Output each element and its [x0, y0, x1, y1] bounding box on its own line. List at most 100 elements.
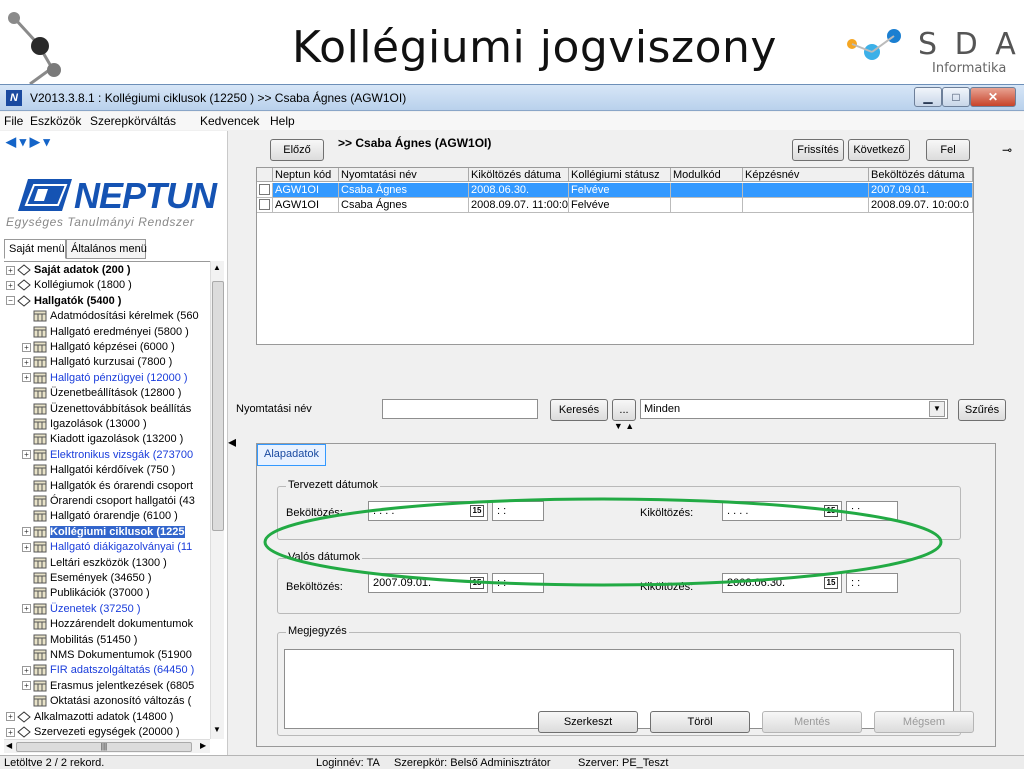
- grid-column-header[interactable]: Képzésnév: [743, 168, 869, 182]
- row-checkbox[interactable]: [259, 199, 270, 210]
- grid-cell[interactable]: [743, 183, 869, 198]
- up-button[interactable]: Fel: [926, 139, 970, 161]
- grid-cell[interactable]: AGW1OI: [273, 198, 339, 213]
- tree-item[interactable]: + Hallgató pénzügyei (12000 ): [22, 372, 188, 385]
- expand-icon[interactable]: +: [22, 373, 31, 383]
- tree-item[interactable]: Oktatási azonosító változás (: [22, 695, 191, 708]
- expand-icon[interactable]: +: [6, 727, 15, 737]
- tree-item[interactable]: Hozzárendelt dokumentumok: [22, 618, 193, 631]
- grid-cell[interactable]: 2008.09.07. 10:00:0: [869, 198, 973, 213]
- grid-cell[interactable]: 2008.06.30.: [469, 183, 569, 198]
- tree-item[interactable]: Események (34650 ): [22, 572, 152, 585]
- tree-item[interactable]: Hallgató órarendje (6100 ): [22, 510, 178, 523]
- tree-item[interactable]: + Kollégiumi ciklusok (1225: [22, 525, 185, 539]
- grid-column-header[interactable]: Kiköltözés dátuma: [469, 168, 569, 182]
- tree-item[interactable]: − Hallgatók (5400 ): [6, 295, 121, 308]
- cancel-button[interactable]: Mégsem: [874, 711, 974, 733]
- tree-item[interactable]: + Szervezeti egységek (20000 ): [6, 726, 180, 739]
- expand-icon[interactable]: +: [6, 265, 15, 275]
- grid-cell[interactable]: Csaba Ágnes: [339, 198, 469, 213]
- tree-item[interactable]: NMS Dokumentumok (51900: [22, 649, 192, 662]
- tree-item[interactable]: + Kollégiumok (1800 ): [6, 279, 132, 292]
- tree-item[interactable]: + Hallgató képzései (6000 ): [22, 341, 175, 354]
- title-bar[interactable]: N V2013.3.8.1 : Kollégiumi ciklusok (122…: [0, 85, 1024, 111]
- tree-item[interactable]: + Saját adatok (200 ): [6, 264, 131, 277]
- pin-icon[interactable]: ⊸: [1002, 143, 1012, 157]
- row-checkbox[interactable]: [259, 184, 270, 195]
- tree-hscroll-thumb[interactable]: |||: [16, 742, 192, 752]
- tree-item[interactable]: Mobilitás (51450 ): [22, 634, 137, 647]
- menu-eszkozok[interactable]: Eszközök: [30, 114, 81, 128]
- scroll-right-icon[interactable]: ▶: [200, 741, 206, 750]
- grid-column-header[interactable]: Nyomtatási név: [339, 168, 469, 182]
- tree-item[interactable]: + Üzenetek (37250 ): [22, 603, 141, 616]
- tree-item[interactable]: Leltári eszközök (1300 ): [22, 557, 167, 570]
- tree-item[interactable]: Hallgatók és órarendi csoport: [22, 480, 193, 493]
- tree-item[interactable]: + Alkalmazotti adatok (14800 ): [6, 711, 173, 724]
- expand-icon[interactable]: +: [22, 604, 31, 614]
- maximize-button[interactable]: □: [942, 87, 970, 107]
- grid-cell[interactable]: 2007.09.01.: [869, 183, 973, 198]
- grid-column-header[interactable]: Kollégiumi státusz: [569, 168, 671, 182]
- grid-cell[interactable]: AGW1OI: [273, 183, 339, 198]
- menu-help[interactable]: Help: [270, 114, 295, 128]
- grid-cell[interactable]: Felvéve: [569, 198, 671, 213]
- tree-item[interactable]: + Elektronikus vizsgák (273700: [22, 449, 193, 462]
- tree-item[interactable]: Üzenettovábbítások beállítás: [22, 403, 191, 416]
- tree-scroll-thumb[interactable]: [212, 281, 224, 531]
- filter-input[interactable]: [382, 399, 538, 419]
- tree-item[interactable]: + Hallgató diákigazolványai (11: [22, 541, 192, 554]
- tree-horizontal-scrollbar[interactable]: ◀ ||| ▶: [4, 739, 210, 753]
- expand-icon[interactable]: +: [22, 681, 31, 691]
- refresh-button[interactable]: Frissítés: [792, 139, 844, 161]
- edit-button[interactable]: Szerkeszt: [538, 711, 638, 733]
- menu-kedvencek[interactable]: Kedvencek: [200, 114, 259, 128]
- grid-cell[interactable]: [671, 198, 743, 213]
- menu-szerepkorvaltas[interactable]: Szerepkörváltás: [90, 114, 176, 128]
- tree-item[interactable]: Publikációk (37000 ): [22, 587, 150, 600]
- expand-icon[interactable]: +: [6, 280, 15, 290]
- tree-item[interactable]: Hallgatói kérdőívek (750 ): [22, 464, 175, 477]
- scope-select[interactable]: Minden ▼: [640, 399, 948, 419]
- more-button[interactable]: ...: [612, 399, 636, 421]
- menu-file[interactable]: File: [4, 114, 23, 128]
- tree-item[interactable]: + Hallgató kurzusai (7800 ): [22, 356, 172, 369]
- grid-cell[interactable]: Csaba Ágnes: [339, 183, 469, 198]
- expand-icon[interactable]: +: [22, 665, 31, 675]
- scroll-up-icon[interactable]: ▲: [213, 263, 221, 272]
- tree-item[interactable]: + FIR adatszolgáltatás (64450 ): [22, 664, 194, 677]
- tree-item[interactable]: Kiadott igazolások (13200 ): [22, 433, 183, 446]
- minimize-button[interactable]: ▁: [914, 87, 942, 107]
- tree-item[interactable]: Órarendi csoport hallgatói (43: [22, 495, 195, 508]
- expand-icon[interactable]: +: [22, 450, 31, 460]
- expand-icon[interactable]: +: [6, 712, 15, 722]
- tree-item[interactable]: Adatmódosítási kérelmek (560: [22, 310, 199, 323]
- expand-icon[interactable]: +: [22, 357, 31, 367]
- tab-altalanos-menu[interactable]: Általános menü: [66, 239, 147, 259]
- expand-icon[interactable]: +: [22, 542, 31, 552]
- next-button[interactable]: Következő: [848, 139, 910, 161]
- grid-column-header[interactable]: Neptun kód: [273, 168, 339, 182]
- search-button[interactable]: Keresés: [550, 399, 608, 421]
- prev-button[interactable]: Előző: [270, 139, 324, 161]
- tree-item[interactable]: Igazolások (13000 ): [22, 418, 147, 431]
- delete-button[interactable]: Töröl: [650, 711, 750, 733]
- save-button[interactable]: Mentés: [762, 711, 862, 733]
- filter-apply-button[interactable]: Szűrés: [958, 399, 1006, 421]
- tree-item[interactable]: + Erasmus jelentkezések (6805: [22, 680, 194, 693]
- grid-cell[interactable]: 2008.09.07. 11:00:0: [469, 198, 569, 213]
- tab-sajat-menu[interactable]: Saját menü: [4, 239, 66, 259]
- expand-icon[interactable]: +: [22, 342, 31, 352]
- collapse-icon[interactable]: −: [6, 296, 15, 306]
- grid-cell[interactable]: [743, 198, 869, 213]
- scroll-left-icon[interactable]: ◀: [6, 741, 12, 750]
- close-button[interactable]: ✕: [970, 87, 1016, 107]
- splitter-icons[interactable]: ▼ ▲: [600, 421, 648, 433]
- grid-column-header[interactable]: Modulkód: [671, 168, 743, 182]
- back-forward-icons[interactable]: ◀ ▾ ▶ ▾: [6, 134, 50, 150]
- scroll-down-icon[interactable]: ▼: [213, 725, 221, 734]
- tree-vertical-scrollbar[interactable]: ▲ ▼: [210, 261, 224, 739]
- grid-cell[interactable]: Felvéve: [569, 183, 671, 198]
- tab-alapadatok[interactable]: Alapadatok: [257, 444, 327, 466]
- grid-cell[interactable]: [671, 183, 743, 198]
